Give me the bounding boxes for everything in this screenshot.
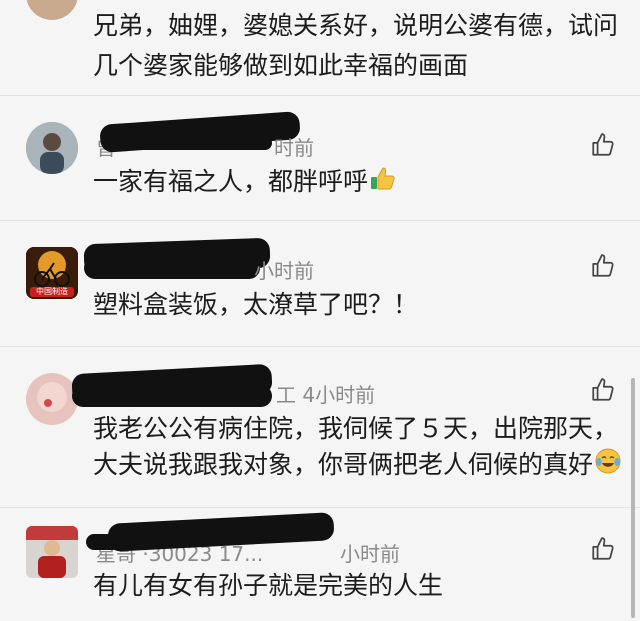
timestamp: 小时前 — [254, 259, 314, 283]
comment-item-2: 中国制造 小时前 塑料盒装饭，太潦草了吧？！ — [0, 221, 640, 346]
comment-item-4: 星哥 ·30023 17... 小时前 有儿有女有孙子就是完美的人生 — [0, 508, 640, 621]
comment-text-line-2: 大夫说我跟我对象，你哥俩把老人伺候的真好 — [93, 445, 621, 486]
comment-item-1: 曾 时前 一家有福之人，都胖呼呼 — [0, 96, 640, 220]
like-icon[interactable] — [590, 132, 616, 158]
redaction-mark — [84, 257, 260, 279]
avatar[interactable]: 中国制造 — [26, 247, 78, 299]
comment-text: 塑料盒装饭，太潦草了吧？！ — [93, 290, 419, 319]
avatar[interactable] — [26, 0, 78, 20]
timestamp: 小时前 — [340, 542, 400, 566]
crying-laughing-emoji-icon — [595, 446, 621, 486]
comment-item-0: 兄弟，妯娌，婆媳关系好，说明公婆有德，试问 几个婆家能够做到如此幸福的画面 — [0, 0, 640, 92]
avatar[interactable] — [26, 122, 78, 174]
comment-text-line-1: 我老公公有病住院，我伺候了５天，出院那天， — [93, 414, 619, 443]
scrollbar[interactable] — [631, 378, 635, 618]
avatar-photo — [26, 122, 78, 174]
comment-text-line-2: 几个婆家能够做到如此幸福的画面 — [93, 51, 469, 80]
like-icon[interactable] — [590, 377, 616, 403]
timestamp: 时前 — [274, 136, 314, 160]
comment-text-content: 大夫说我跟我对象，你哥俩把老人伺候的真好 — [93, 450, 594, 479]
redaction-mark — [72, 385, 272, 407]
redaction-mark — [86, 534, 146, 550]
thumbs-up-emoji-icon — [370, 163, 396, 203]
comment-text: 有儿有女有孙子就是完美的人生 — [93, 571, 444, 600]
comment-text: 一家有福之人，都胖呼呼 — [93, 162, 396, 203]
redaction-mark — [102, 136, 272, 150]
comment-item-3: 工 4小时前 我老公公有病住院，我伺候了５天，出院那天， 大夫说我跟我对象，你哥… — [0, 347, 640, 507]
avatar[interactable] — [26, 526, 78, 578]
avatar-label: 中国制造 — [36, 287, 68, 296]
avatar[interactable] — [26, 373, 78, 425]
like-icon[interactable] — [590, 536, 616, 562]
avatar-photo — [26, 526, 78, 578]
avatar-photo — [26, 373, 78, 425]
timestamp: 工 4小时前 — [276, 383, 376, 407]
comment-text-content: 一家有福之人，都胖呼呼 — [93, 167, 369, 196]
comment-text-line-1: 兄弟，妯娌，婆媳关系好，说明公婆有德，试问 — [93, 11, 619, 40]
like-icon[interactable] — [590, 253, 616, 279]
